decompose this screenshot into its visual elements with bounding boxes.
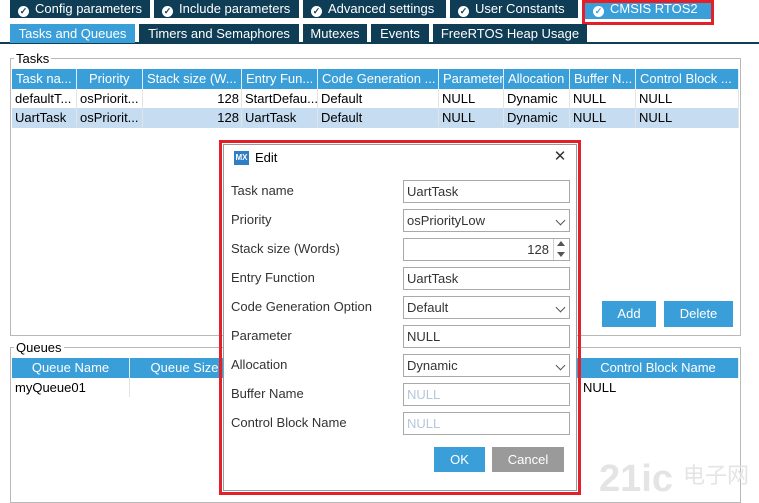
tab-tasks-and-queues[interactable]: Tasks and Queues: [10, 24, 135, 43]
close-icon[interactable]: ✕: [551, 148, 569, 166]
code-generation-select[interactable]: Default: [403, 296, 570, 319]
column-header-queue-name[interactable]: Queue Name: [12, 358, 130, 378]
stack-size-spinner[interactable]: 128: [403, 238, 570, 261]
spinner-arrows-icon[interactable]: [553, 239, 569, 260]
entry-function-field[interactable]: UartTask: [403, 267, 570, 290]
tasks-group-title: Tasks: [14, 51, 52, 66]
cell-allocation: Dynamic: [504, 108, 570, 127]
cell-queue-control-block: NULL: [583, 380, 617, 395]
tab-timers-and-semaphores[interactable]: Timers and Semaphores: [139, 24, 299, 43]
tab-include-parameters[interactable]: ✓ Include parameters: [154, 0, 299, 18]
column-header-parameter[interactable]: Parameter: [439, 69, 504, 89]
column-header-task-name[interactable]: Task na...: [12, 69, 77, 89]
tab-label: Advanced settings: [328, 1, 435, 16]
dialog-title: Edit: [255, 150, 278, 165]
watermark-text: 21ic: [599, 458, 673, 500]
cell-queue-name: myQueue01: [12, 378, 130, 397]
tab-mutexes[interactable]: Mutexes: [303, 24, 367, 43]
tab-label: Include parameters: [179, 1, 291, 16]
label-buffer-name: Buffer Name: [231, 386, 304, 401]
cancel-button[interactable]: Cancel: [492, 447, 564, 472]
column-header-control-block-name[interactable]: Control Block Name: [578, 358, 739, 378]
column-header-stack-size[interactable]: Stack size (W...: [143, 69, 242, 89]
label-parameter: Parameter: [231, 328, 292, 343]
label-task-name: Task name: [231, 183, 294, 198]
control-block-name-field[interactable]: NULL: [403, 412, 570, 435]
tab-advanced-settings[interactable]: ✓ Advanced settings: [303, 0, 446, 18]
buffer-name-field[interactable]: NULL: [403, 383, 570, 406]
cell-buffer-name: NULL: [570, 108, 636, 127]
cell-entry-function: StartDefau...: [242, 89, 318, 108]
ok-button[interactable]: OK: [434, 447, 485, 472]
check-icon: ✓: [162, 6, 173, 17]
allocation-select[interactable]: Dynamic: [403, 354, 570, 377]
priority-value: osPriorityLow: [407, 213, 486, 228]
tab-highlight-box: [582, 0, 714, 25]
cell-priority: osPriorit...: [77, 108, 143, 127]
watermark-logo: 21ic 电子网: [599, 457, 755, 501]
cell-buffer-name: NULL: [570, 89, 636, 108]
check-icon: ✓: [458, 6, 469, 17]
cell-priority: osPriorit...: [77, 89, 143, 108]
task-name-field[interactable]: UartTask: [403, 180, 570, 203]
tab-events[interactable]: Events: [371, 24, 429, 43]
chevron-down-icon: [555, 360, 566, 371]
cell-control-block: NULL: [636, 108, 739, 127]
cell-task-name: UartTask: [12, 108, 77, 127]
add-task-button[interactable]: Add: [602, 301, 656, 327]
cell-stack-size: 128: [143, 89, 242, 108]
tab-freertos-heap-usage[interactable]: FreeRTOS Heap Usage: [433, 24, 587, 43]
check-icon: ✓: [18, 6, 29, 17]
column-header-allocation[interactable]: Allocation: [504, 69, 570, 89]
stack-size-value: 128: [527, 242, 549, 257]
cell-code-generation: Default: [318, 108, 439, 127]
column-header-entry-function[interactable]: Entry Fun...: [242, 69, 318, 89]
label-stack-size: Stack size (Words): [231, 241, 340, 256]
tab-label: User Constants: [475, 1, 565, 16]
column-header-code-generation[interactable]: Code Generation ...: [318, 69, 439, 89]
check-icon: ✓: [311, 6, 322, 17]
cell-entry-function: UartTask: [242, 108, 318, 127]
mx-app-icon: MX: [234, 151, 249, 165]
code-generation-value: Default: [407, 300, 449, 315]
chevron-down-icon: [555, 302, 566, 313]
cell-allocation: Dynamic: [504, 89, 570, 108]
chevron-down-icon: [555, 215, 566, 226]
queues-group-title: Queues: [14, 340, 64, 355]
cell-task-name: defaultT...: [12, 89, 77, 108]
column-header-control-block[interactable]: Control Block ...: [636, 69, 739, 89]
tab-label: Config parameters: [35, 1, 142, 16]
label-code-generation: Code Generation Option: [231, 299, 372, 314]
column-header-buffer-name[interactable]: Buffer N...: [570, 69, 636, 89]
parameter-field[interactable]: NULL: [403, 325, 570, 348]
allocation-value: Dynamic: [407, 358, 458, 373]
cell-control-block: NULL: [636, 89, 739, 108]
label-allocation: Allocation: [231, 357, 288, 372]
column-header-priority[interactable]: Priority: [77, 69, 143, 89]
delete-task-button[interactable]: Delete: [664, 301, 733, 327]
label-priority: Priority: [231, 212, 272, 227]
cell-code-generation: Default: [318, 89, 439, 108]
cell-stack-size: 128: [143, 108, 242, 127]
tab-config-parameters[interactable]: ✓ Config parameters: [10, 0, 150, 18]
label-control-block-name: Control Block Name: [231, 415, 347, 430]
cell-parameter: NULL: [439, 108, 504, 127]
tab-user-constants[interactable]: ✓ User Constants: [450, 0, 578, 18]
label-entry-function: Entry Function: [231, 270, 315, 285]
watermark-cn-text: 电子网: [683, 463, 750, 488]
priority-select[interactable]: osPriorityLow: [403, 209, 570, 232]
cell-parameter: NULL: [439, 89, 504, 108]
